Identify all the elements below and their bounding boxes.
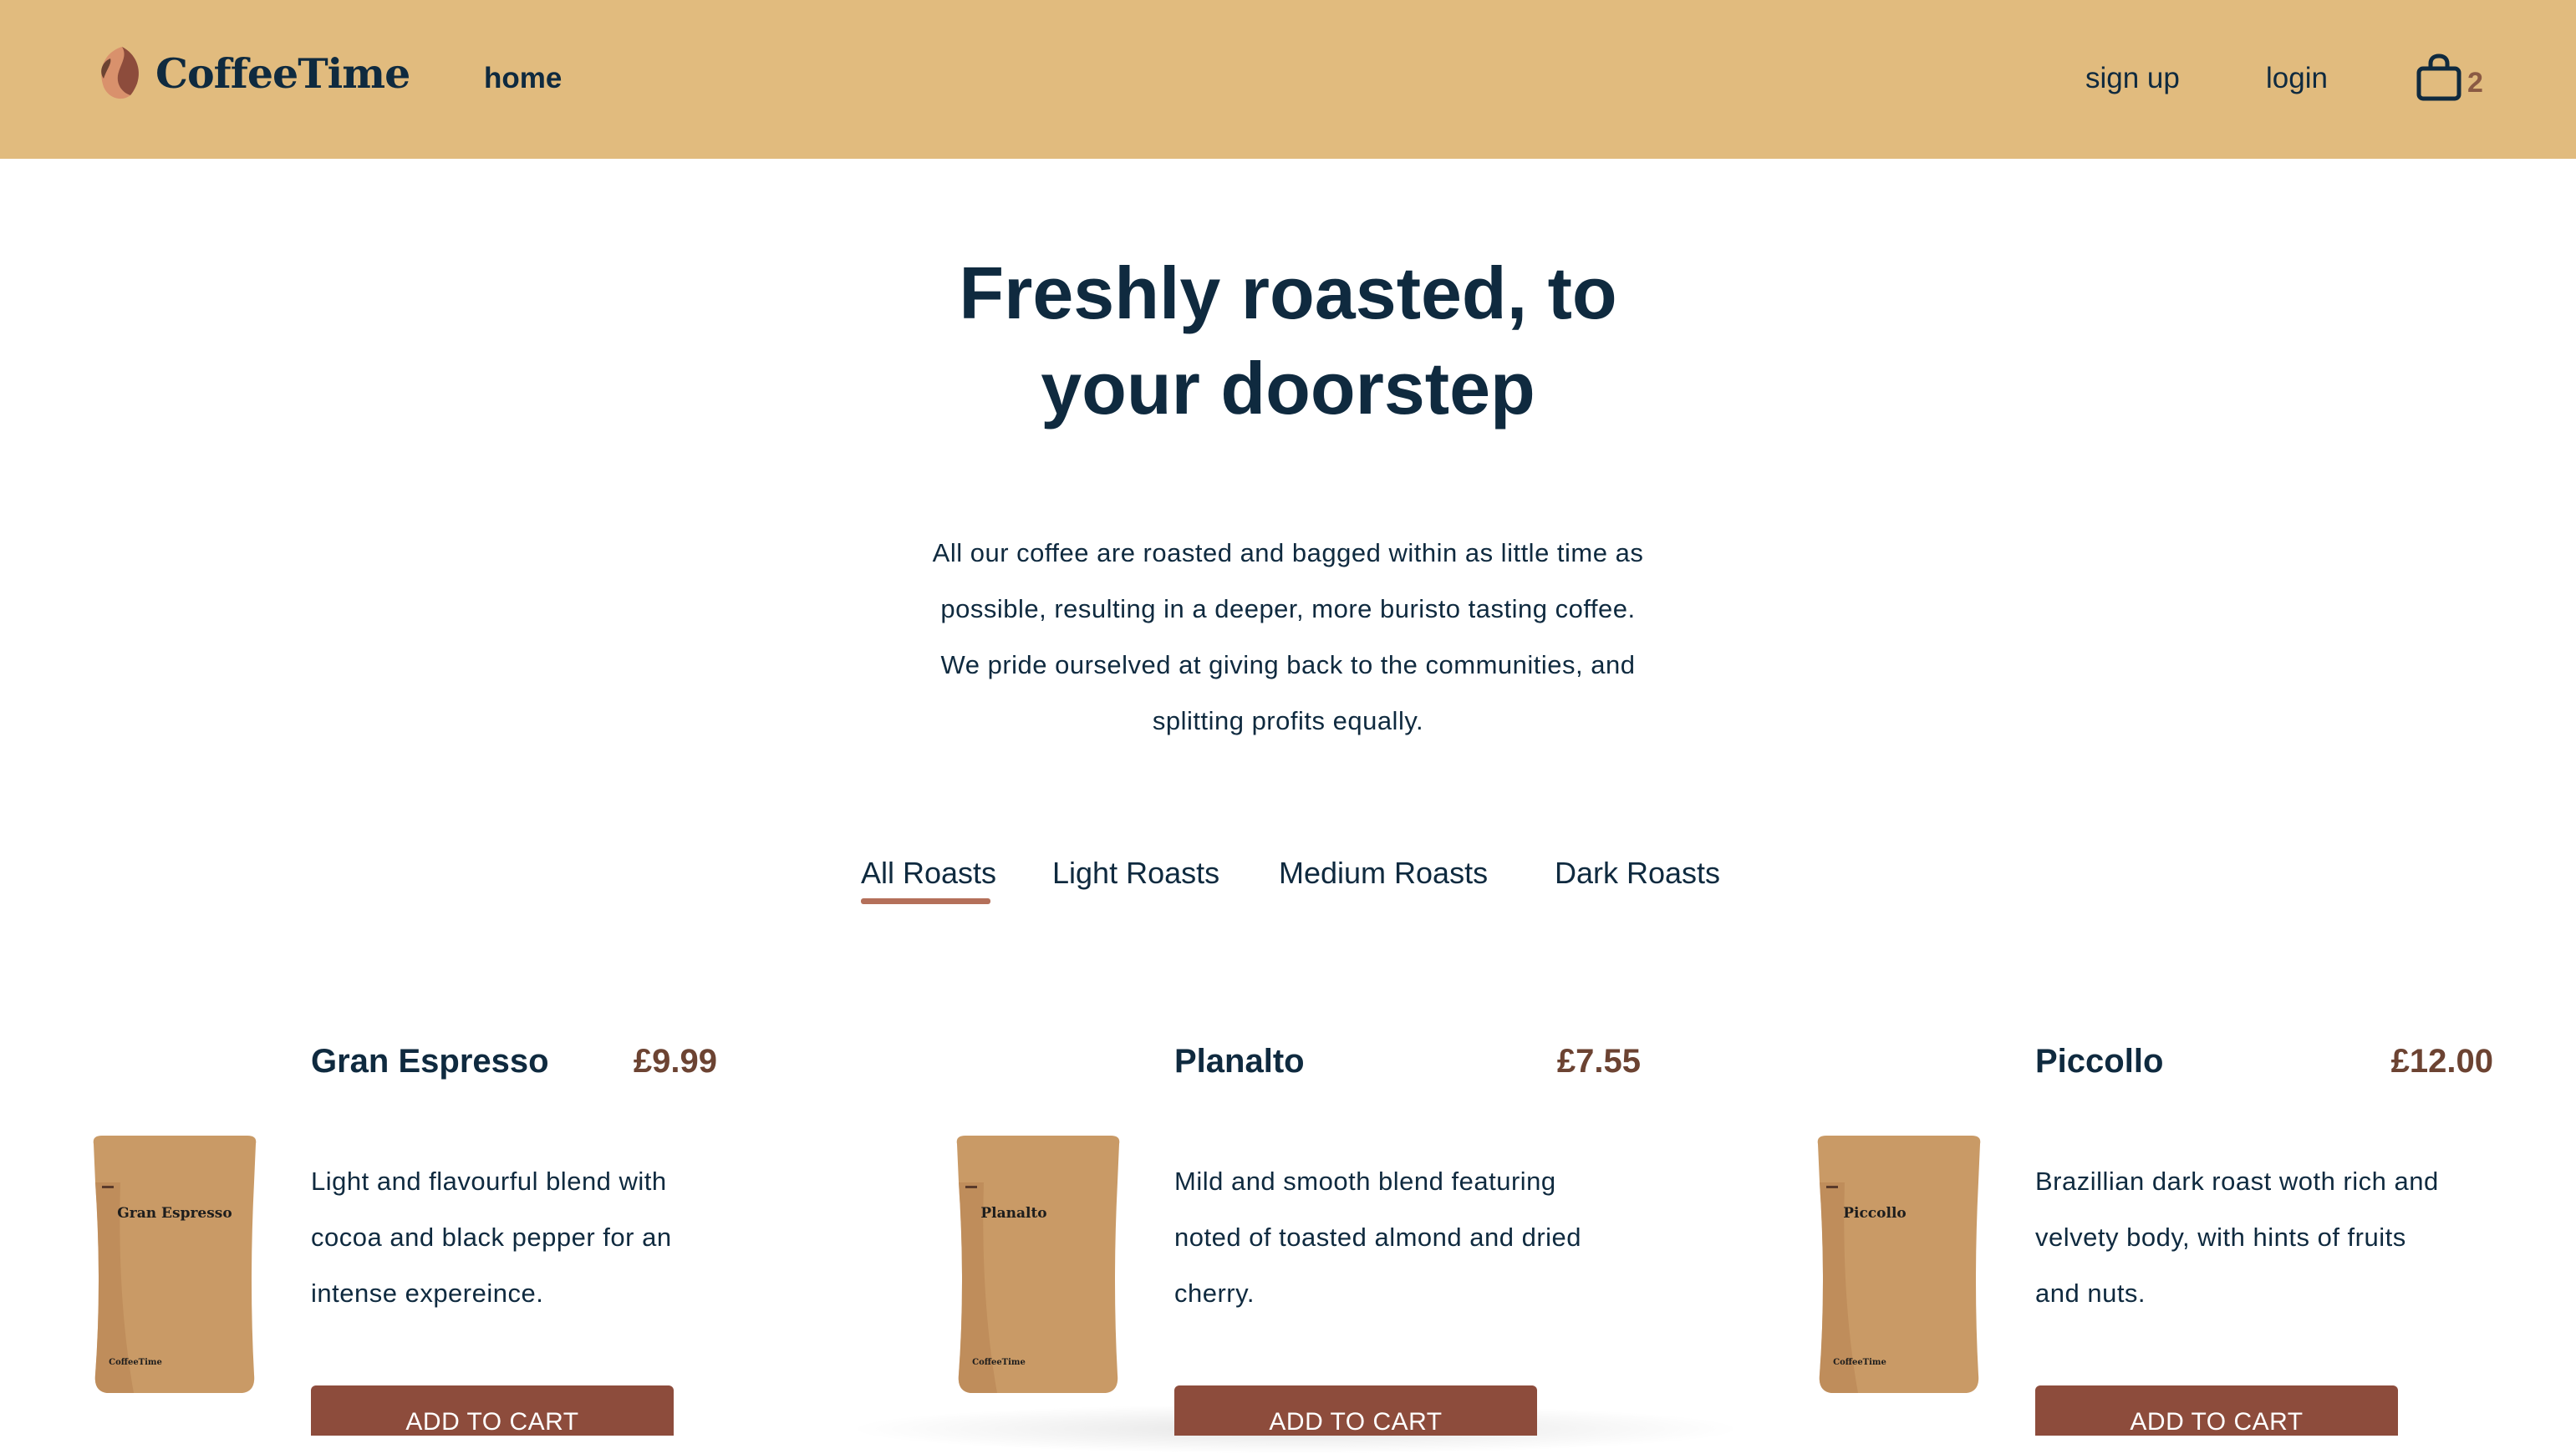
product-description-line: cherry. bbox=[1174, 1279, 1255, 1308]
nav-home-link[interactable]: home bbox=[484, 57, 562, 100]
hero-description-line: possible, resulting in a deeper, more bu… bbox=[940, 594, 1636, 623]
tab-medium-roasts[interactable]: Medium Roasts bbox=[1279, 848, 1488, 898]
hero-title-line: Freshly roasted, to bbox=[959, 252, 1617, 334]
product-description-line: Mild and smooth blend featuring bbox=[1174, 1167, 1556, 1196]
roast-filter-tabs: All Roasts Light Roasts Medium Roasts Da… bbox=[0, 848, 2576, 898]
product-description-line: velvety body, with hints of fruits bbox=[2035, 1223, 2406, 1252]
bag-label: Planalto bbox=[980, 1205, 1046, 1222]
product-description: Light and flavourful blend with cocoa an… bbox=[311, 1153, 762, 1321]
product-card: Planalto CoffeeTime Planalto £7.55 Mild … bbox=[947, 1036, 1641, 1436]
product-description-line: cocoa and black pepper for an bbox=[311, 1223, 672, 1252]
tab-all-roasts[interactable]: All Roasts bbox=[861, 848, 996, 898]
cart-button[interactable]: 2 bbox=[2416, 52, 2483, 104]
nav-login-link[interactable]: login bbox=[2266, 57, 2328, 100]
tab-dark-roasts[interactable]: Dark Roasts bbox=[1555, 848, 1720, 898]
product-description-line: Light and flavourful blend with bbox=[311, 1167, 667, 1196]
product-name[interactable]: Planalto bbox=[1174, 1036, 1305, 1086]
hero-description-line: splitting profits equally. bbox=[1152, 706, 1424, 735]
cart-count-badge: 2 bbox=[2467, 66, 2483, 99]
product-price: £7.55 bbox=[1556, 1043, 1641, 1080]
product-price: £12.00 bbox=[2390, 1043, 2493, 1080]
site-header: CoffeeTime home sign up login 2 bbox=[0, 0, 2576, 159]
add-to-cart-button[interactable]: ADD TO CART bbox=[1174, 1385, 1537, 1436]
product-name[interactable]: Gran Espresso bbox=[311, 1036, 549, 1086]
coffee-bag-image: Gran Espresso CoffeeTime bbox=[93, 1136, 257, 1393]
coffee-bean-icon bbox=[101, 47, 139, 99]
tab-light-roasts[interactable]: Light Roasts bbox=[1052, 848, 1219, 898]
product-description-line: and nuts. bbox=[2035, 1279, 2146, 1308]
bag-brand: CoffeeTime bbox=[972, 1358, 1026, 1367]
product-description: Brazillian dark roast woth rich and velv… bbox=[2035, 1153, 2487, 1321]
add-to-cart-button[interactable]: ADD TO CART bbox=[2035, 1385, 2398, 1436]
coffee-bag-image: Planalto CoffeeTime bbox=[956, 1136, 1120, 1393]
bag-brand: CoffeeTime bbox=[1833, 1358, 1886, 1367]
hero-title: Freshly roasted, to your doorstep bbox=[870, 246, 1706, 436]
product-description-line: noted of toasted almond and dried bbox=[1174, 1223, 1582, 1252]
bag-brand: CoffeeTime bbox=[109, 1358, 162, 1367]
product-card: Gran Espresso CoffeeTime Gran Espresso £… bbox=[84, 1036, 744, 1436]
product-description: Mild and smooth blend featuring noted of… bbox=[1174, 1153, 1626, 1321]
bag-label: Gran Espresso bbox=[117, 1205, 232, 1222]
product-description-line: Brazillian dark roast woth rich and bbox=[2035, 1167, 2439, 1196]
nav-signup-link[interactable]: sign up bbox=[2085, 57, 2180, 100]
hero-description-line: All our coffee are roasted and bagged wi… bbox=[932, 538, 1644, 567]
add-to-cart-button[interactable]: ADD TO CART bbox=[311, 1385, 674, 1436]
brand-logo[interactable]: CoffeeTime bbox=[94, 42, 410, 105]
product-card: Piccollo CoffeeTime Piccollo £12.00 Braz… bbox=[1808, 1036, 2493, 1436]
shopping-bag-icon bbox=[2416, 53, 2461, 101]
product-name[interactable]: Piccollo bbox=[2035, 1036, 2163, 1086]
hero-title-line: your doorstep bbox=[1041, 347, 1535, 430]
coffee-bag-image: Piccollo CoffeeTime bbox=[1817, 1136, 1981, 1393]
product-price: £9.99 bbox=[633, 1043, 717, 1080]
product-description-line: intense expereince. bbox=[311, 1279, 544, 1308]
brand-name: CoffeeTime bbox=[155, 49, 410, 98]
hero-description: All our coffee are roasted and bagged wi… bbox=[870, 525, 1706, 749]
active-tab-indicator bbox=[861, 898, 990, 904]
bag-label: Piccollo bbox=[1843, 1205, 1907, 1222]
hero-description-line: We pride ourselved at giving back to the… bbox=[940, 650, 1636, 679]
